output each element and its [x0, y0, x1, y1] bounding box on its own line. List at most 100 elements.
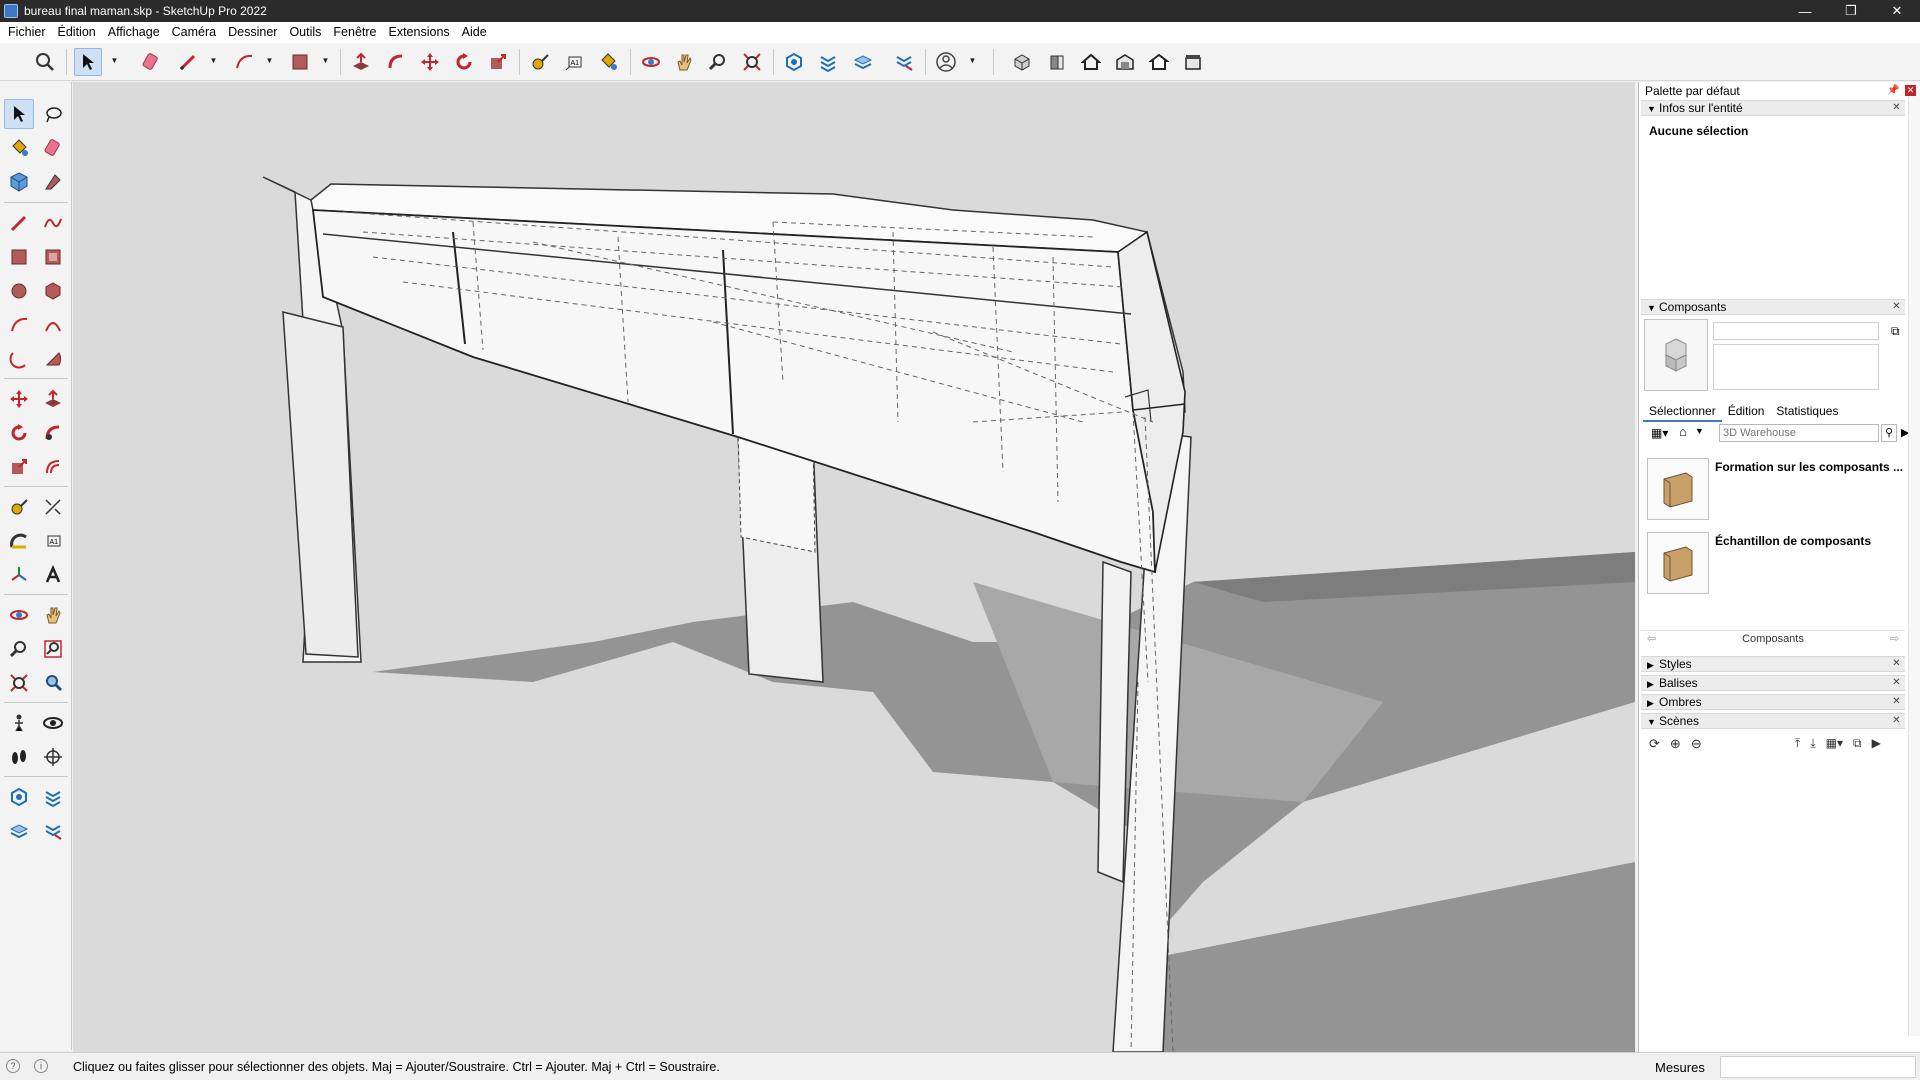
freehand-icon[interactable] — [38, 208, 68, 238]
iso-view-icon[interactable] — [1008, 48, 1036, 76]
pencil-icon[interactable] — [4, 208, 34, 238]
restore-button[interactable]: ❐ — [1828, 0, 1874, 22]
geolocation-icon[interactable]: ? — [6, 1059, 20, 1073]
select-icon[interactable] — [74, 48, 102, 76]
details-icon[interactable]: ⧉ — [1853, 736, 1862, 751]
paint-bucket-icon[interactable] — [594, 48, 622, 76]
measurements-input[interactable] — [1720, 1056, 1916, 1078]
pin-icon[interactable]: 📌 — [1887, 85, 1899, 96]
component-item-title[interactable]: Formation sur les composants ... — [1715, 460, 1905, 474]
text-icon[interactable]: A1 — [38, 526, 68, 556]
component-thumbnail[interactable] — [1647, 532, 1709, 594]
position-camera-icon[interactable] — [4, 708, 34, 738]
user-icon[interactable] — [932, 48, 960, 76]
menu-fenetre[interactable]: Fenêtre — [327, 22, 382, 43]
pan-icon[interactable] — [670, 48, 698, 76]
view-options-icon[interactable]: ▦▾ — [1826, 736, 1843, 751]
component-thumbnail[interactable] — [1647, 458, 1709, 520]
follow-me-icon[interactable] — [38, 418, 68, 448]
three-point-arc-icon[interactable] — [4, 344, 34, 374]
menu-extensions[interactable]: Extensions — [383, 22, 456, 43]
move-up-icon[interactable]: ⤒ — [1795, 736, 1800, 751]
layout-icon[interactable] — [4, 816, 34, 846]
back-view-icon[interactable] — [1145, 48, 1173, 76]
extension-warehouse-icon[interactable] — [814, 48, 842, 76]
share-icon[interactable] — [38, 816, 68, 846]
text-icon[interactable]: A1 — [560, 48, 588, 76]
zoom-icon[interactable] — [4, 634, 34, 664]
back-arrow-icon[interactable]: ⇦ — [1647, 631, 1656, 647]
component-icon[interactable] — [4, 167, 34, 197]
paint-bucket-icon[interactable] — [4, 133, 34, 163]
close-icon[interactable]: ✕ — [1891, 697, 1902, 708]
tray-close-icon[interactable]: ✕ — [1905, 85, 1916, 96]
layout-icon[interactable] — [849, 48, 877, 76]
tab-edition[interactable]: Édition — [1722, 402, 1771, 422]
previous-view-icon[interactable] — [38, 668, 68, 698]
rectangle-icon[interactable] — [4, 242, 34, 272]
entity-info-header[interactable]: ▼ Infos sur l'entité ✕ — [1641, 100, 1905, 116]
scenes-header[interactable]: ▼ Scènes ✕ — [1641, 713, 1905, 729]
extension-manager-icon[interactable] — [890, 48, 918, 76]
walk-icon[interactable] — [4, 742, 34, 772]
component-item-title[interactable]: Échantillon de composants — [1715, 534, 1905, 548]
menu-camera[interactable]: Caméra — [166, 22, 222, 43]
menu-dessiner[interactable]: Dessiner — [222, 22, 283, 43]
shadows-header[interactable]: ▶ Ombres ✕ — [1641, 694, 1905, 710]
menu-fichier[interactable]: Fichier — [2, 22, 52, 43]
panel-scrollbar[interactable] — [1908, 96, 1920, 1036]
tab-statistiques[interactable]: Statistiques — [1770, 402, 1844, 422]
eraser-icon[interactable] — [137, 48, 165, 76]
pencil-icon[interactable] — [174, 48, 202, 76]
component-description-field[interactable] — [1713, 344, 1879, 390]
refresh-icon[interactable]: ⟳ — [1649, 736, 1660, 752]
select-icon[interactable] — [4, 99, 34, 129]
tape-measure-icon[interactable] — [526, 48, 554, 76]
pie-icon[interactable] — [38, 344, 68, 374]
remove-scene-icon[interactable]: ⊖ — [1691, 736, 1702, 752]
push-pull-icon[interactable] — [347, 48, 375, 76]
close-icon[interactable]: ✕ — [1891, 302, 1902, 313]
arc-icon[interactable] — [4, 310, 34, 340]
close-icon[interactable]: ✕ — [1891, 103, 1902, 114]
more-options-icon[interactable]: ▶ — [1872, 736, 1881, 751]
front-view-icon[interactable] — [1043, 48, 1071, 76]
styles-header[interactable]: ▶ Styles ✕ — [1641, 656, 1905, 672]
left-view-icon[interactable] — [1179, 48, 1207, 76]
dimension-icon[interactable] — [38, 492, 68, 522]
select-dropdown-icon[interactable]: ▼ — [110, 56, 119, 68]
tag-icon[interactable] — [38, 167, 68, 197]
move-icon[interactable] — [4, 384, 34, 414]
menu-outils[interactable]: Outils — [283, 22, 327, 43]
add-scene-icon[interactable]: ⊕ — [1670, 736, 1681, 752]
close-icon[interactable]: ✕ — [1891, 659, 1902, 670]
minimize-button[interactable]: — — [1782, 0, 1828, 22]
details-icon[interactable]: ⧉ — [1891, 324, 1900, 339]
components-header[interactable]: ▼ Composants ✕ — [1641, 299, 1905, 315]
menu-edition[interactable]: Édition — [52, 22, 102, 43]
tags-header[interactable]: ▶ Balises ✕ — [1641, 675, 1905, 691]
arc-dropdown-icon[interactable]: ▼ — [265, 56, 274, 68]
orbit-icon[interactable] — [637, 48, 665, 76]
rectangle-dropdown-icon[interactable]: ▼ — [321, 56, 330, 68]
offset-icon[interactable] — [38, 452, 68, 482]
arc-icon[interactable] — [230, 48, 258, 76]
section-plane-icon[interactable] — [38, 742, 68, 772]
warehouse-icon[interactable] — [4, 782, 34, 812]
orbit-icon[interactable] — [4, 600, 34, 630]
warehouse-icon[interactable] — [780, 48, 808, 76]
user-dropdown-icon[interactable]: ▼ — [968, 56, 977, 68]
zoom-extents-icon[interactable] — [4, 668, 34, 698]
right-view-icon[interactable] — [1111, 48, 1139, 76]
close-button[interactable]: ✕ — [1874, 0, 1920, 22]
protractor-icon[interactable] — [4, 526, 34, 556]
tab-selectionner[interactable]: Sélectionner — [1643, 402, 1722, 422]
axes-icon[interactable] — [4, 560, 34, 590]
two-point-arc-icon[interactable] — [38, 310, 68, 340]
eraser-icon[interactable] — [38, 133, 68, 163]
search-icon[interactable]: ⚲ — [1881, 424, 1897, 442]
zoom-icon[interactable] — [704, 48, 732, 76]
rotated-rect-icon[interactable] — [38, 242, 68, 272]
close-icon[interactable]: ✕ — [1891, 678, 1902, 689]
home-icon[interactable]: ⌂ — [1679, 424, 1687, 439]
